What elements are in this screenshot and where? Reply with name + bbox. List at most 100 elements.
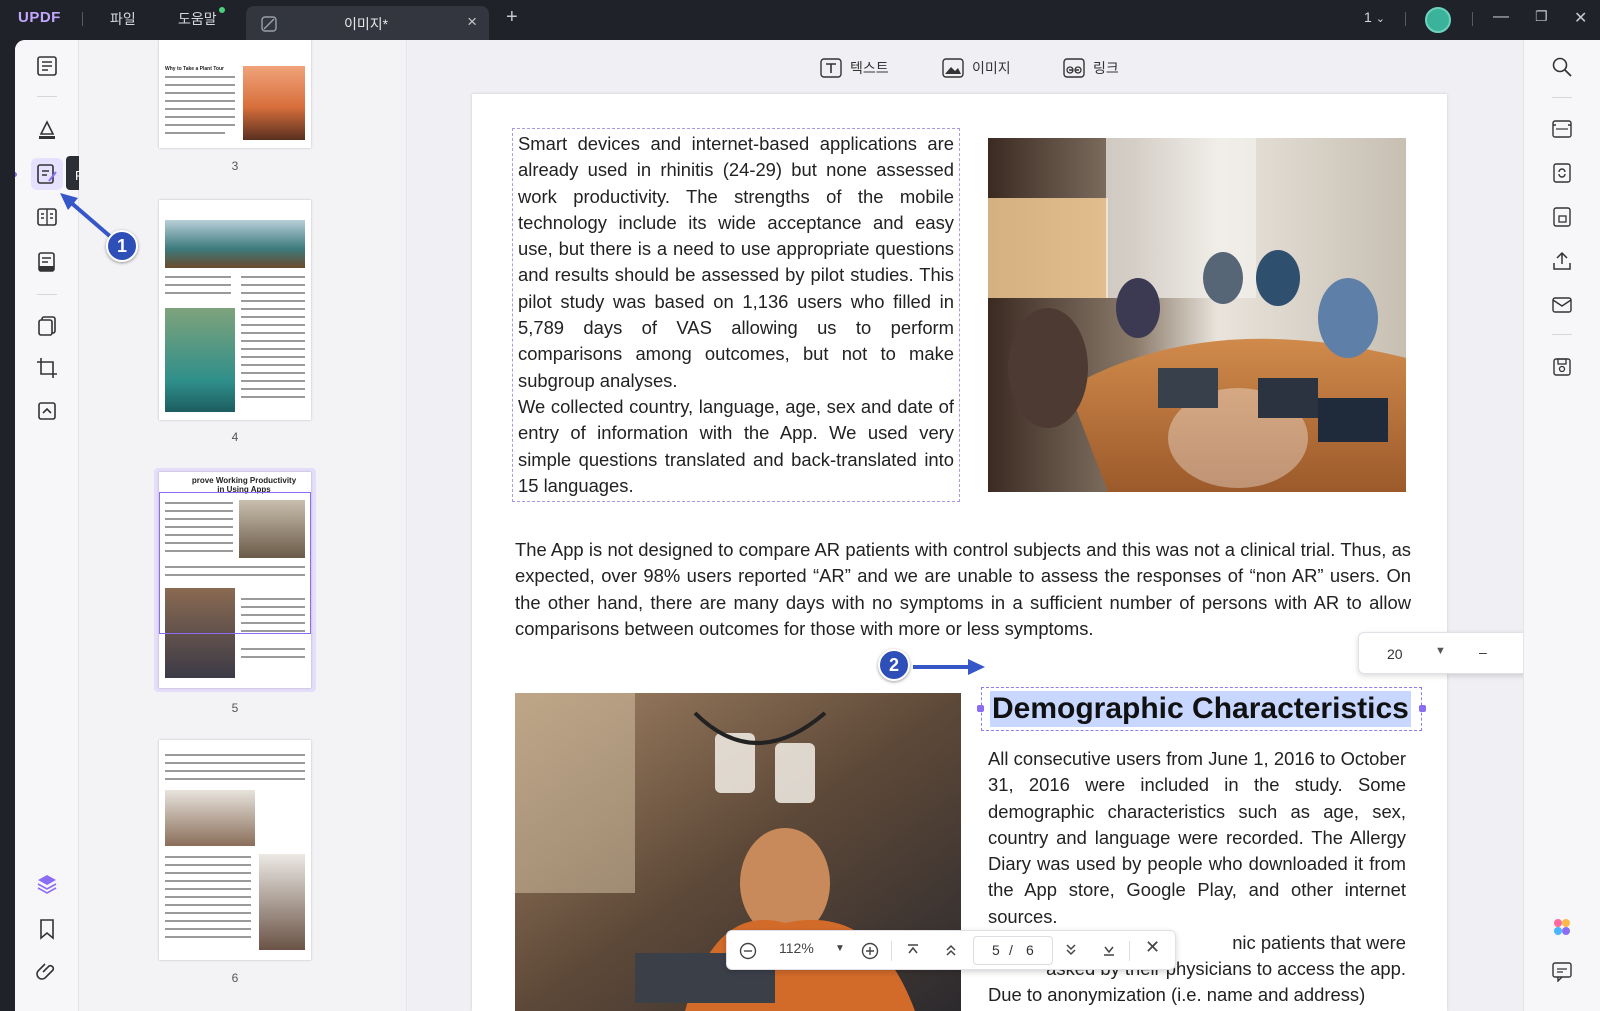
thumbnail-label: 6 bbox=[231, 971, 239, 985]
thumbnail-page-5[interactable]: prove Working Productivity in Using Apps bbox=[159, 472, 311, 688]
right-toolbar bbox=[1523, 40, 1600, 1011]
edit-toolstrip: 텍스트 이미지 링크 bbox=[408, 40, 1523, 96]
menu-file[interactable]: 파일 bbox=[110, 9, 136, 29]
share-icon[interactable] bbox=[1551, 250, 1573, 272]
font-size-dropdown-icon[interactable]: ▼ bbox=[1435, 645, 1446, 657]
avatar[interactable] bbox=[1425, 7, 1451, 33]
zoom-out-icon[interactable] bbox=[739, 942, 757, 960]
minimize-icon[interactable]: — bbox=[1493, 8, 1509, 26]
pdf-page: Smart devices and internet-based applica… bbox=[472, 94, 1447, 1011]
window-count-value: 1 bbox=[1364, 9, 1372, 25]
last-page-icon[interactable] bbox=[1101, 942, 1117, 958]
app-window: PDF 편집 Why to Take a Plant Tour 3 4 prov… bbox=[15, 40, 1600, 1011]
heading-demographic-characteristics[interactable]: Demographic Characteristics bbox=[990, 691, 1411, 727]
new-tab-button[interactable]: + bbox=[506, 6, 518, 29]
title-separator bbox=[1472, 12, 1473, 26]
meeting-photo[interactable] bbox=[988, 138, 1406, 492]
comment-highlight-icon[interactable] bbox=[35, 118, 59, 142]
window-count[interactable]: 1 ⌄ bbox=[1364, 9, 1385, 25]
edit-pdf-icon[interactable] bbox=[35, 162, 59, 186]
convert-pdf-icon[interactable] bbox=[1551, 162, 1573, 184]
attachment-icon[interactable] bbox=[35, 960, 59, 984]
thumbnail-label: 4 bbox=[231, 430, 239, 444]
selected-text-box[interactable]: Demographic Characteristics bbox=[977, 687, 1426, 731]
add-text-button[interactable]: 텍스트 bbox=[820, 58, 889, 78]
edit-mode-icon bbox=[260, 15, 278, 38]
title-bar: UPDF 파일 도움말 이미지* × + 1 ⌄ — ❐ ✕ bbox=[0, 0, 1600, 40]
text-tool-icon bbox=[820, 58, 842, 78]
thumbnail-image bbox=[259, 854, 305, 950]
text-paragraph-4[interactable]: All consecutive users from June 1, 2016 … bbox=[988, 746, 1406, 930]
thumbnail-image bbox=[165, 308, 235, 412]
add-link-button[interactable]: 링크 bbox=[1063, 58, 1119, 78]
text-paragraph-1[interactable]: Smart devices and internet-based applica… bbox=[518, 131, 954, 394]
zoom-bar-divider bbox=[1129, 941, 1130, 961]
font-name-value[interactable]: – bbox=[1479, 644, 1487, 660]
thumbnail-page-3[interactable]: Why to Take a Plant Tour bbox=[159, 40, 311, 148]
notification-dot bbox=[219, 7, 225, 13]
previous-page-icon[interactable] bbox=[943, 942, 959, 958]
text-paragraph-5-line-3[interactable]: Due to anonymization (i.e. name and addr… bbox=[988, 982, 1406, 1008]
text-paragraph-2[interactable]: We collected country, language, age, sex… bbox=[518, 394, 954, 499]
close-window-icon[interactable]: ✕ bbox=[1574, 8, 1587, 28]
first-page-icon[interactable] bbox=[905, 942, 921, 958]
text-paragraph-3[interactable]: The App is not designed to compare AR pa… bbox=[515, 537, 1411, 642]
total-pages: 6 bbox=[1026, 942, 1034, 958]
zoom-level[interactable]: 112% bbox=[779, 940, 814, 956]
toolbar-divider bbox=[37, 96, 57, 97]
step-badge-2: 2 bbox=[878, 649, 910, 681]
page-separator: / bbox=[1009, 942, 1013, 958]
add-link-label: 링크 bbox=[1093, 60, 1119, 76]
updf-logo[interactable]: UPDF bbox=[18, 9, 61, 26]
protect-pdf-icon[interactable] bbox=[1551, 206, 1573, 228]
thumbnail-page-4[interactable] bbox=[159, 200, 311, 420]
fill-sign-icon[interactable] bbox=[35, 250, 59, 274]
save-icon[interactable] bbox=[1551, 356, 1573, 378]
thumbnail-panel: Why to Take a Plant Tour 3 4 prove Worki… bbox=[79, 40, 407, 1011]
document-area: 텍스트 이미지 링크 Smart devices and internet-ba… bbox=[408, 40, 1600, 1011]
document-tab[interactable]: 이미지* × bbox=[246, 6, 489, 40]
zoom-dropdown-icon[interactable]: ▼ bbox=[835, 943, 845, 954]
restore-icon[interactable]: ❐ bbox=[1535, 8, 1548, 25]
resize-handle-left[interactable] bbox=[977, 705, 984, 712]
reader-icon[interactable] bbox=[35, 54, 59, 78]
thumbnail-label: 3 bbox=[231, 159, 239, 173]
organize-pages-icon[interactable] bbox=[35, 205, 59, 229]
ocr-icon[interactable] bbox=[1551, 118, 1573, 140]
thumbnail-image bbox=[165, 790, 255, 846]
ai-assistant-icon[interactable] bbox=[1551, 916, 1573, 938]
zoom-in-icon[interactable] bbox=[861, 942, 879, 960]
bookmark-icon[interactable] bbox=[35, 917, 59, 941]
toolbar-divider bbox=[1552, 334, 1572, 335]
close-icon[interactable]: ✕ bbox=[1145, 937, 1160, 958]
tab-title: 이미지* bbox=[344, 16, 389, 32]
font-size-value[interactable]: 20 bbox=[1387, 646, 1403, 662]
tab-close-icon[interactable]: × bbox=[467, 12, 477, 32]
title-separator bbox=[82, 12, 83, 26]
thumbnail-image bbox=[165, 220, 305, 268]
menu-help[interactable]: 도움말 bbox=[178, 9, 217, 29]
comments-panel-icon[interactable] bbox=[1551, 960, 1573, 982]
email-icon[interactable] bbox=[1551, 294, 1573, 316]
current-page: 5 bbox=[992, 942, 1000, 958]
search-icon[interactable] bbox=[1551, 56, 1573, 78]
thumbnail-heading: Why to Take a Plant Tour bbox=[165, 66, 224, 72]
layers-icon[interactable] bbox=[35, 872, 59, 896]
title-separator bbox=[1405, 12, 1406, 26]
thumbnail-label: 5 bbox=[231, 701, 239, 715]
page-tools-icon[interactable] bbox=[35, 314, 59, 338]
page-title-cutoff bbox=[957, 94, 1087, 102]
active-indicator bbox=[15, 172, 17, 177]
step-badge-1: 1 bbox=[106, 230, 138, 262]
thumbnail-page-6[interactable] bbox=[159, 740, 311, 960]
next-page-icon[interactable] bbox=[1063, 942, 1079, 958]
link-tool-icon bbox=[1063, 58, 1085, 78]
zoom-page-bar: 112% ▼ 5 / 6 ✕ bbox=[726, 930, 1176, 970]
add-image-button[interactable]: 이미지 bbox=[942, 58, 1011, 78]
chevron-down-icon: ⌄ bbox=[1375, 13, 1385, 25]
resize-handle-right[interactable] bbox=[1419, 705, 1426, 712]
page-number-input[interactable]: 5 / 6 bbox=[973, 936, 1053, 965]
crop-icon[interactable] bbox=[35, 356, 59, 380]
zoom-bar-divider bbox=[891, 941, 892, 961]
convert-icon[interactable] bbox=[35, 399, 59, 423]
